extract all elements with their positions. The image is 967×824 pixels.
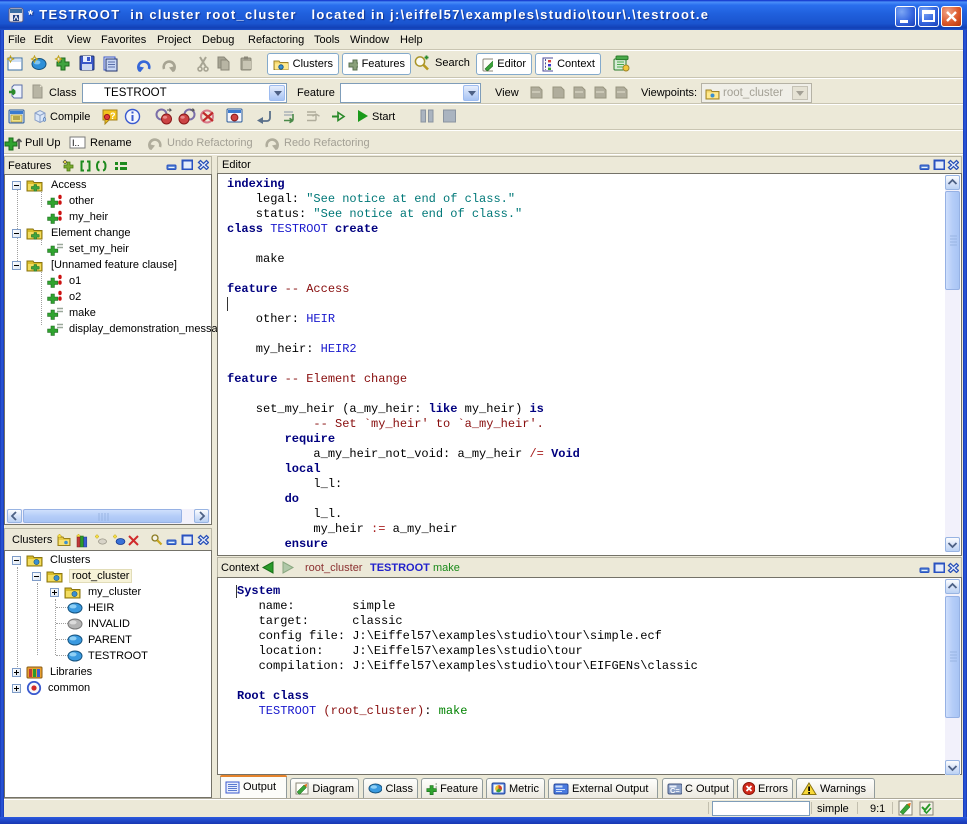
svg-text:I..: I.. [72, 138, 80, 148]
svg-text:C=: C= [670, 786, 680, 795]
svg-text:?: ? [110, 111, 116, 121]
